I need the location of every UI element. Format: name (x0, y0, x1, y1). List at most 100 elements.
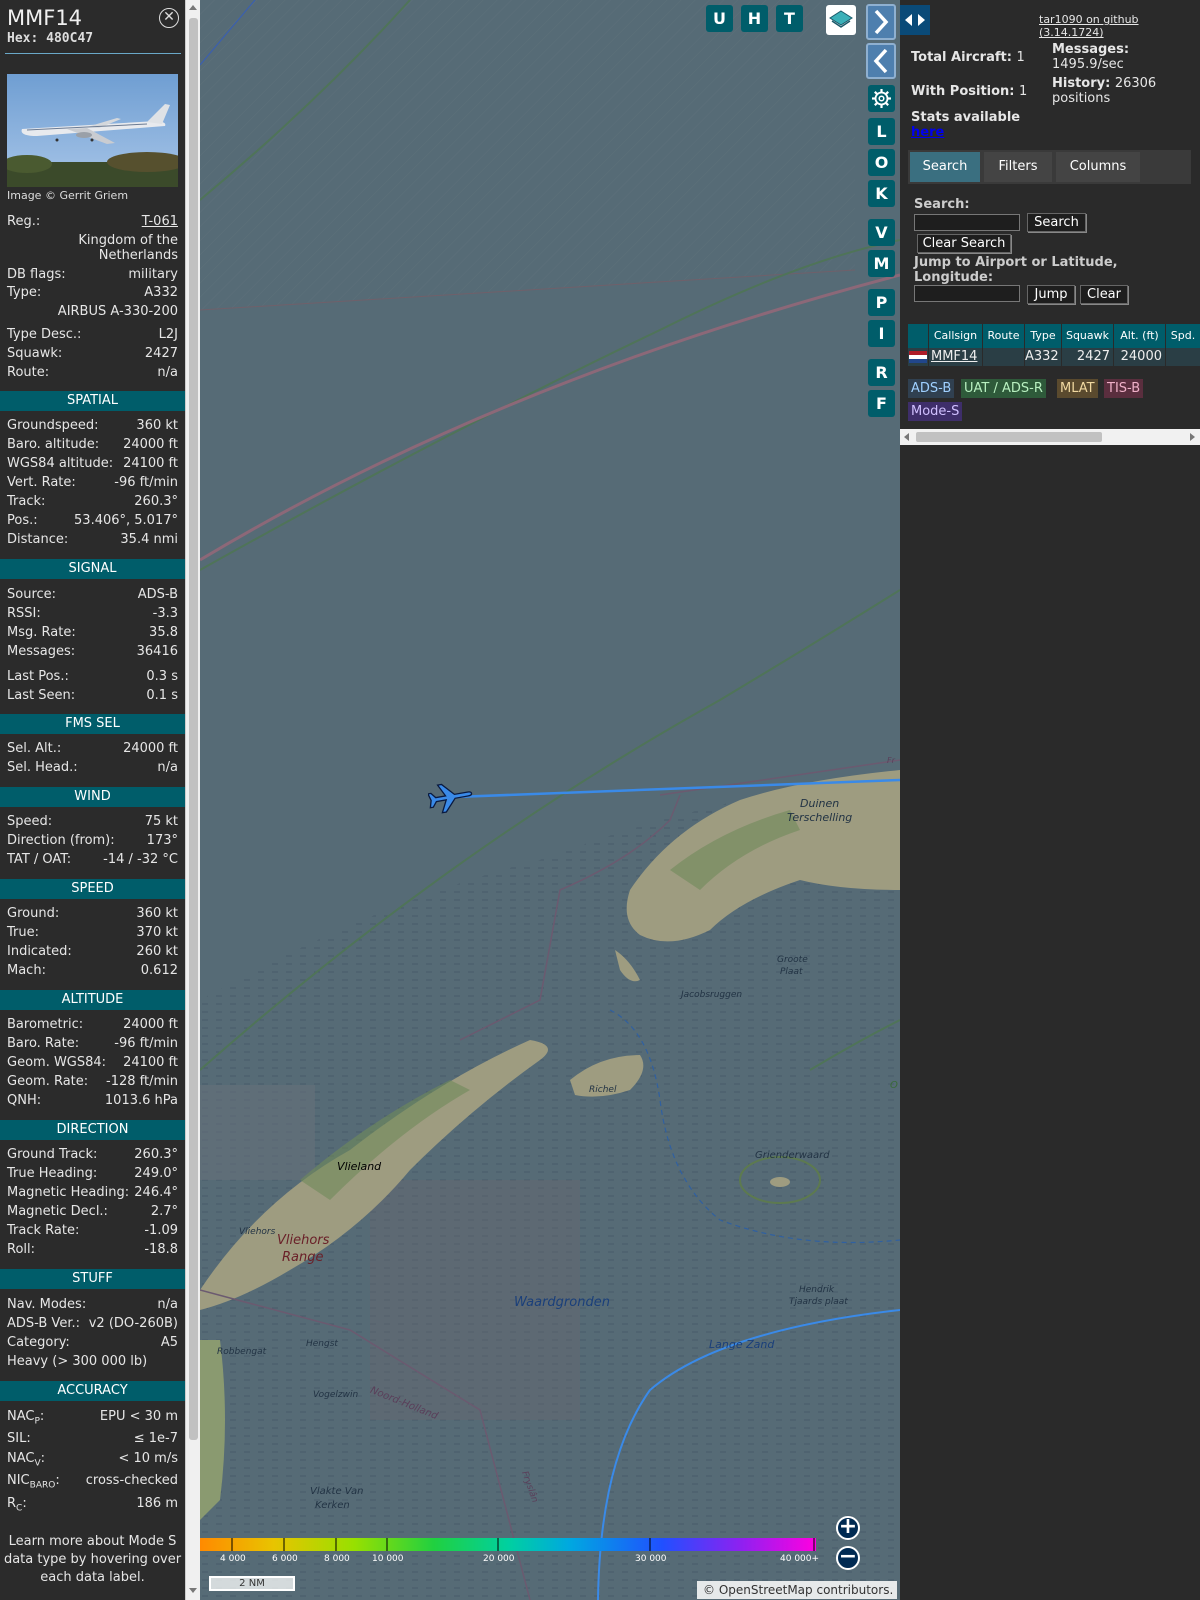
reg-link[interactable]: T-061 (142, 214, 178, 229)
search-button[interactable]: Search (1027, 213, 1086, 232)
jump-input[interactable] (914, 285, 1020, 302)
toggle-sidebar-button[interactable] (900, 5, 930, 35)
prev-aircraft-button[interactable] (866, 43, 896, 79)
map-attribution[interactable]: © OpenStreetMap contributors. (697, 1581, 897, 1599)
col-squawk[interactable]: Squawk (1062, 324, 1113, 348)
alt-tick-4000: 4 000 (220, 1554, 246, 1564)
category-row: Category: A5 (7, 1335, 178, 1353)
clear-button[interactable]: Clear (1080, 285, 1128, 304)
table-scroll-thumb[interactable] (916, 432, 1102, 442)
stats-link[interactable]: here (911, 125, 944, 140)
msgrate-value: 35.8 (149, 625, 178, 640)
tab-search[interactable]: Search (910, 152, 980, 182)
baro-alt-value: 24000 ft (123, 437, 178, 452)
search-input[interactable] (914, 214, 1020, 231)
col-route[interactable]: Route (983, 324, 1024, 348)
alt-tick-6000: 6 000 (272, 1554, 298, 1564)
true-speed-label: True: (7, 925, 39, 940)
mag-decl-value: 2.7° (150, 1204, 178, 1219)
sidebar-scroll-thumb[interactable] (189, 18, 198, 1440)
toggle-i-button[interactable]: I (868, 320, 895, 347)
nic-label-sub: BARO (29, 1480, 56, 1491)
scroll-up-icon[interactable] (189, 5, 197, 10)
roll-value: -18.8 (144, 1242, 178, 1257)
aircraft-icon[interactable] (428, 778, 474, 818)
alt-tick-20000: 20 000 (483, 1554, 515, 1564)
col-spd[interactable]: Spd. (1166, 324, 1200, 348)
sidebar-scrollbar[interactable] (185, 0, 200, 1600)
type-row: Type: A332 (7, 285, 178, 303)
layers-button[interactable] (826, 5, 856, 35)
row-alt[interactable]: 24000 (1114, 348, 1165, 366)
col-flag (908, 324, 928, 348)
row-squawk[interactable]: 2427 (1062, 348, 1113, 366)
toggle-l-button[interactable]: L (868, 118, 895, 145)
toggle-h-button[interactable]: H (741, 5, 768, 32)
rc-value: 186 m (136, 1496, 178, 1511)
row-flag-cell[interactable] (908, 348, 928, 366)
distance-value: 35.4 nmi (120, 532, 178, 547)
map-label-vlieland: Vlieland (337, 1160, 382, 1173)
pos-value: 53.406°, 5.017° (74, 513, 178, 528)
map-view[interactable]: Duinen Terschelling Groote Plaat Jacobsr… (200, 0, 900, 1600)
col-callsign[interactable]: Callsign (929, 324, 982, 348)
col-type[interactable]: Type (1025, 324, 1061, 348)
toggle-r-button[interactable]: R (868, 359, 895, 386)
true-speed-row: True: 370 kt (7, 925, 178, 943)
jump-label-2: Longitude: (914, 270, 994, 285)
lastseen-label: Last Seen: (7, 688, 76, 703)
netherlands-flag-icon (909, 351, 927, 363)
row-route[interactable] (983, 348, 1024, 366)
alt-tick-30000: 30 000 (635, 1554, 667, 1564)
row-callsign[interactable]: MMF14 (929, 348, 982, 366)
map-label-vliehors-range-1: Vliehors (277, 1233, 330, 1248)
toggle-u-button[interactable]: U (706, 5, 733, 32)
jump-button[interactable]: Jump (1027, 285, 1075, 304)
section-wind: WIND (0, 787, 185, 807)
toggle-k-button[interactable]: K (868, 180, 895, 207)
toggle-v-button[interactable]: V (868, 219, 895, 246)
barometric-value: 24000 ft (123, 1017, 178, 1032)
toggle-o-button[interactable]: O (868, 149, 895, 176)
sel-alt-label: Sel. Alt.: (7, 741, 62, 756)
github-link[interactable]: tar1090 on github (3.14.1724) (1039, 13, 1200, 39)
with-position-value: 1 (1019, 84, 1028, 99)
baro-rate-row: Baro. Rate: -96 ft/min (7, 1036, 178, 1054)
heavy-row: Heavy (> 300 000 lb) (7, 1354, 178, 1372)
clear-search-button[interactable]: Clear Search (917, 234, 1011, 253)
lastseen-value: 0.1 s (146, 688, 178, 703)
toggle-p-button[interactable]: P (868, 289, 895, 316)
close-icon[interactable]: ✕ (159, 8, 179, 28)
qnh-row: QNH: 1013.6 hPa (7, 1093, 178, 1111)
row-spd[interactable] (1166, 348, 1200, 366)
nic-label-text: NIC (7, 1473, 30, 1488)
col-alt[interactable]: Alt. (ft) (1114, 324, 1165, 348)
toggle-t-button[interactable]: T (776, 5, 803, 32)
rc-label: RC: (7, 1496, 27, 1514)
settings-button[interactable] (868, 85, 895, 112)
aircraft-list-panel: tar1090 on github (3.14.1724) Total Airc… (900, 0, 1200, 1600)
nacp-label: NACP: (7, 1409, 45, 1427)
aircraft-photo[interactable] (7, 74, 178, 187)
scroll-left-icon[interactable] (904, 433, 909, 441)
history-value: 26306 (1114, 76, 1157, 91)
scroll-right-icon[interactable] (1190, 433, 1195, 441)
expand-arrows-icon (905, 14, 925, 26)
tab-columns[interactable]: Columns (1056, 152, 1140, 182)
rc-row: RC: 186 m (7, 1496, 178, 1514)
section-fms-sel: FMS SEL (0, 714, 185, 734)
zoom-out-button[interactable]: − (836, 1546, 860, 1570)
next-aircraft-button[interactable] (866, 4, 896, 40)
mag-decl-row: Magnetic Decl.: 2.7° (7, 1204, 178, 1222)
scroll-down-icon[interactable] (189, 1588, 197, 1593)
tab-filters[interactable]: Filters (984, 152, 1052, 182)
mag-decl-label: Magnetic Decl.: (7, 1204, 108, 1219)
toggle-m-button[interactable]: M (868, 250, 895, 277)
table-scrollbar[interactable] (900, 429, 1200, 445)
sil-value: ≤ 1e-7 (133, 1431, 178, 1446)
zoom-in-button[interactable]: + (836, 1516, 860, 1540)
groundspeed-row: Groundspeed: 360 kt (7, 418, 178, 436)
row-type[interactable]: A332 (1025, 348, 1061, 366)
toggle-f-button[interactable]: F (868, 390, 895, 417)
source-row: Source: ADS-B (7, 587, 178, 605)
